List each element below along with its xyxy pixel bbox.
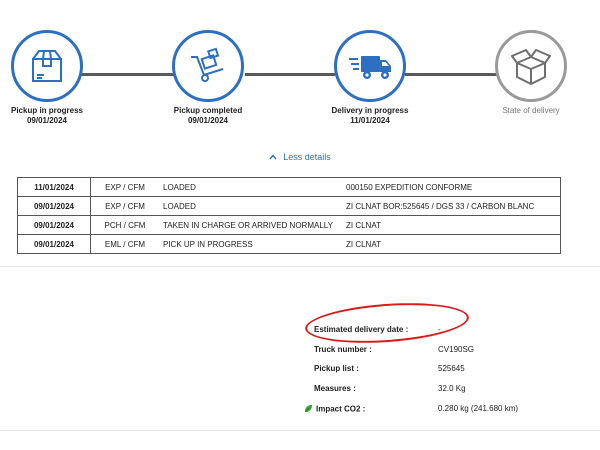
history-code: EML / CFM — [90, 234, 159, 254]
table-row: 09/01/2024 EXP / CFM LOADED ZI CLNAT BOR… — [17, 196, 561, 216]
detail-row-truck-number: Truck number : CV190SG — [314, 345, 554, 357]
detail-label: Truck number : — [314, 345, 372, 354]
table-row: 09/01/2024 PCH / CFM TAKEN IN CHARGE OR … — [17, 215, 561, 235]
history-date: 11/01/2024 — [17, 177, 91, 197]
detail-row-measures: Measures : 32.0 Kg — [314, 384, 554, 396]
detail-value: - — [438, 325, 441, 334]
history-date: 09/01/2024 — [17, 234, 91, 254]
annotation-red-ellipse — [303, 298, 471, 348]
history-info: ZI CLNAT — [342, 234, 561, 254]
step-label: Pickup completed — [173, 106, 243, 115]
detail-row-pickup-list: Pickup list : 525645 — [314, 364, 554, 376]
history-code: EXP / CFM — [90, 196, 159, 216]
history-info: 000150 EXPEDITION CONFORME — [342, 177, 561, 197]
detail-value: 525645 — [438, 364, 465, 373]
history-status: LOADED — [159, 177, 342, 197]
detail-label: Measures : — [314, 384, 356, 393]
detail-row-estimated-delivery: Estimated delivery date : - — [314, 325, 554, 337]
step-date: 11/01/2024 — [350, 116, 390, 125]
detail-label: Pickup list : — [314, 364, 359, 373]
step-state-of-delivery: State of delivery — [471, 30, 591, 116]
detail-row-co2: Impact CO2 : 0.280 kg (241.680 km) — [304, 404, 554, 416]
delivery-truck-icon — [349, 56, 391, 79]
detail-label: Impact CO2 : — [316, 404, 366, 414]
table-row: 11/01/2024 EXP / CFM LOADED 000150 EXPED… — [17, 177, 561, 197]
detail-value: 0.280 kg (241.680 km) — [438, 404, 519, 413]
delivery-progress-stepper: Pickup in progress 09/01/2024 Pickup com… — [0, 0, 600, 150]
table-row: 09/01/2024 EML / CFM PICK UP IN PROGRESS… — [17, 234, 561, 254]
chevron-up-icon — [269, 152, 277, 162]
package-box-icon — [32, 50, 62, 82]
step-label: Delivery in progress — [331, 106, 409, 115]
history-status: LOADED — [159, 196, 342, 216]
step-circle — [172, 30, 244, 102]
history-status: TAKEN IN CHARGE OR ARRIVED NORMALLY — [159, 215, 342, 235]
detail-value: CV190SG — [438, 345, 475, 354]
step-label: Pickup in progress — [10, 106, 84, 115]
history-date: 09/01/2024 — [17, 215, 91, 235]
section-divider — [0, 266, 600, 267]
detail-label: Estimated delivery date : — [314, 325, 409, 334]
section-divider — [0, 430, 600, 431]
detail-value: 32.0 Kg — [438, 384, 466, 393]
step-pickup-completed: Pickup completed 09/01/2024 — [148, 30, 268, 126]
history-code: EXP / CFM — [90, 177, 159, 197]
step-circle — [334, 30, 406, 102]
history-info: ZI CLNAT BOR:525645 / DGS 33 / CARBON BL… — [342, 196, 561, 216]
less-details-label: Less details — [283, 152, 331, 162]
open-box-icon — [511, 49, 551, 85]
step-delivery-in-progress: Delivery in progress 11/01/2024 — [310, 30, 430, 126]
step-date: 09/01/2024 — [26, 116, 68, 125]
hand-truck-icon — [191, 47, 224, 82]
history-status: PICK UP IN PROGRESS — [159, 234, 342, 254]
step-circle — [11, 30, 83, 102]
history-code: PCH / CFM — [90, 215, 159, 235]
history-info: ZI CLNAT — [342, 215, 561, 235]
step-pickup-in-progress: Pickup in progress 09/01/2024 — [0, 30, 107, 126]
step-date: 09/01/2024 — [187, 116, 229, 125]
step-label: State of delivery — [502, 106, 560, 115]
history-date: 09/01/2024 — [17, 196, 91, 216]
leaf-icon — [304, 404, 313, 415]
less-details-toggle[interactable]: Less details — [0, 152, 600, 162]
tracking-history-table: 11/01/2024 EXP / CFM LOADED 000150 EXPED… — [17, 177, 561, 254]
step-circle — [495, 30, 567, 102]
detail-label-wrap: Impact CO2 : — [304, 404, 365, 415]
